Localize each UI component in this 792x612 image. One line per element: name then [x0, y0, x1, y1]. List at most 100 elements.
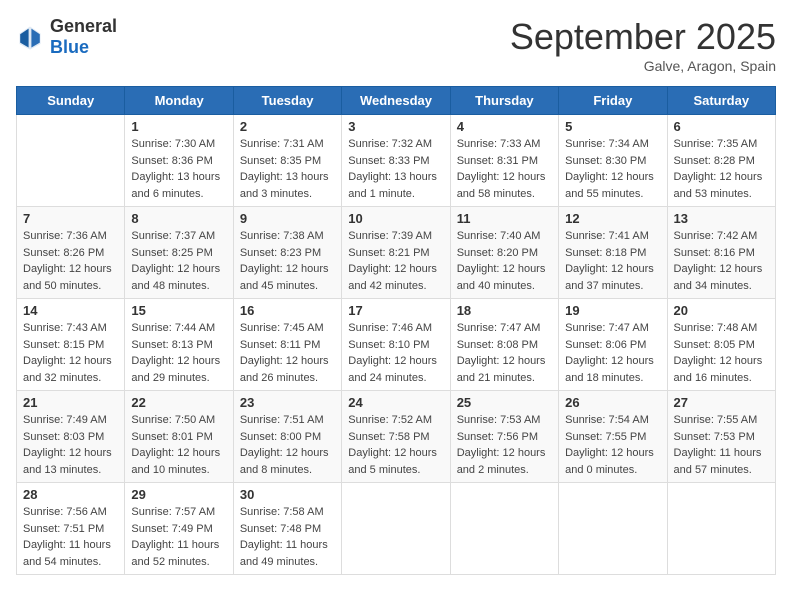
calendar-week-row: 7 Sunrise: 7:36 AMSunset: 8:26 PMDaylight…: [17, 207, 776, 299]
location: Galve, Aragon, Spain: [510, 58, 776, 74]
day-number: 23: [240, 395, 335, 410]
day-info: Sunrise: 7:52 AMSunset: 7:58 PMDaylight:…: [348, 412, 443, 478]
day-info: Sunrise: 7:46 AMSunset: 8:10 PMDaylight:…: [348, 320, 443, 386]
calendar-day-cell: 1 Sunrise: 7:30 AMSunset: 8:36 PMDaylight…: [125, 115, 233, 207]
day-number: 7: [23, 211, 118, 226]
day-info: Sunrise: 7:40 AMSunset: 8:20 PMDaylight:…: [457, 228, 552, 294]
day-number: 3: [348, 119, 443, 134]
day-number: 25: [457, 395, 552, 410]
day-of-week-header: Friday: [559, 87, 667, 115]
calendar-week-row: 14Sunrise: 7:43 AMSunset: 8:15 PMDayligh…: [17, 299, 776, 391]
day-number: 8: [131, 211, 226, 226]
day-number: 11: [457, 211, 552, 226]
day-info: Sunrise: 7:48 AMSunset: 8:05 PMDaylight:…: [674, 320, 769, 386]
day-info: Sunrise: 7:47 AMSunset: 8:06 PMDaylight:…: [565, 320, 660, 386]
calendar-day-cell: 19 Sunrise: 7:47 AMSunset: 8:06 PMDayligh…: [559, 299, 667, 391]
day-info: Sunrise: 7:45 AMSunset: 8:11 PMDaylight:…: [240, 320, 335, 386]
logo: General Blue: [16, 16, 117, 58]
day-info: Sunrise: 7:34 AMSunset: 8:30 PMDaylight:…: [565, 136, 660, 202]
calendar-day-cell: [559, 483, 667, 575]
day-number: 30: [240, 487, 335, 502]
calendar-day-cell: 26 Sunrise: 7:54 AMSunset: 7:55 PMDayligh…: [559, 391, 667, 483]
calendar-table: SundayMondayTuesdayWednesdayThursdayFrid…: [16, 86, 776, 575]
calendar-day-cell: 2 Sunrise: 7:31 AMSunset: 8:35 PMDaylight…: [233, 115, 341, 207]
day-of-week-header: Saturday: [667, 87, 775, 115]
calendar-day-cell: 4 Sunrise: 7:33 AMSunset: 8:31 PMDaylight…: [450, 115, 558, 207]
day-number: 29: [131, 487, 226, 502]
day-number: 14: [23, 303, 118, 318]
day-number: 5: [565, 119, 660, 134]
day-number: 12: [565, 211, 660, 226]
day-info: Sunrise: 7:39 AMSunset: 8:21 PMDaylight:…: [348, 228, 443, 294]
day-number: 28: [23, 487, 118, 502]
day-number: 18: [457, 303, 552, 318]
calendar-day-cell: 18 Sunrise: 7:47 AMSunset: 8:08 PMDayligh…: [450, 299, 558, 391]
day-number: 26: [565, 395, 660, 410]
day-info: Sunrise: 7:50 AMSunset: 8:01 PMDaylight:…: [131, 412, 226, 478]
calendar-week-row: 21 Sunrise: 7:49 AMSunset: 8:03 PMDayligh…: [17, 391, 776, 483]
day-info: Sunrise: 7:32 AMSunset: 8:33 PMDaylight:…: [348, 136, 443, 202]
calendar-day-cell: 7 Sunrise: 7:36 AMSunset: 8:26 PMDaylight…: [17, 207, 125, 299]
month-title: September 2025: [510, 16, 776, 58]
day-of-week-header: Tuesday: [233, 87, 341, 115]
day-number: 27: [674, 395, 769, 410]
day-info: Sunrise: 7:51 AMSunset: 8:00 PMDaylight:…: [240, 412, 335, 478]
logo-icon: [16, 23, 44, 51]
day-of-week-header: Monday: [125, 87, 233, 115]
day-info: Sunrise: 7:53 AMSunset: 7:56 PMDaylight:…: [457, 412, 552, 478]
day-info: Sunrise: 7:36 AMSunset: 8:26 PMDaylight:…: [23, 228, 118, 294]
calendar-day-cell: 20 Sunrise: 7:48 AMSunset: 8:05 PMDayligh…: [667, 299, 775, 391]
day-number: 21: [23, 395, 118, 410]
calendar-day-cell: 21 Sunrise: 7:49 AMSunset: 8:03 PMDayligh…: [17, 391, 125, 483]
days-of-week-row: SundayMondayTuesdayWednesdayThursdayFrid…: [17, 87, 776, 115]
day-info: Sunrise: 7:31 AMSunset: 8:35 PMDaylight:…: [240, 136, 335, 202]
day-info: Sunrise: 7:47 AMSunset: 8:08 PMDaylight:…: [457, 320, 552, 386]
day-info: Sunrise: 7:56 AMSunset: 7:51 PMDaylight:…: [23, 504, 118, 570]
day-info: Sunrise: 7:41 AMSunset: 8:18 PMDaylight:…: [565, 228, 660, 294]
calendar-day-cell: 24Sunrise: 7:52 AMSunset: 7:58 PMDayligh…: [342, 391, 450, 483]
logo-text: General Blue: [50, 16, 117, 58]
day-of-week-header: Sunday: [17, 87, 125, 115]
day-number: 4: [457, 119, 552, 134]
day-info: Sunrise: 7:30 AMSunset: 8:36 PMDaylight:…: [131, 136, 226, 202]
day-info: Sunrise: 7:58 AMSunset: 7:48 PMDaylight:…: [240, 504, 335, 570]
calendar-day-cell: 14Sunrise: 7:43 AMSunset: 8:15 PMDayligh…: [17, 299, 125, 391]
calendar-day-cell: 13Sunrise: 7:42 AMSunset: 8:16 PMDayligh…: [667, 207, 775, 299]
calendar-day-cell: [17, 115, 125, 207]
day-info: Sunrise: 7:55 AMSunset: 7:53 PMDaylight:…: [674, 412, 769, 478]
calendar-day-cell: [667, 483, 775, 575]
calendar-day-cell: 22 Sunrise: 7:50 AMSunset: 8:01 PMDayligh…: [125, 391, 233, 483]
calendar-day-cell: 10 Sunrise: 7:39 AMSunset: 8:21 PMDayligh…: [342, 207, 450, 299]
day-number: 15: [131, 303, 226, 318]
calendar-week-row: 28 Sunrise: 7:56 AMSunset: 7:51 PMDayligh…: [17, 483, 776, 575]
calendar-day-cell: [450, 483, 558, 575]
day-info: Sunrise: 7:49 AMSunset: 8:03 PMDaylight:…: [23, 412, 118, 478]
day-of-week-header: Wednesday: [342, 87, 450, 115]
calendar-day-cell: 5 Sunrise: 7:34 AMSunset: 8:30 PMDaylight…: [559, 115, 667, 207]
day-number: 10: [348, 211, 443, 226]
calendar-day-cell: 29 Sunrise: 7:57 AMSunset: 7:49 PMDayligh…: [125, 483, 233, 575]
calendar-day-cell: 23 Sunrise: 7:51 AMSunset: 8:00 PMDayligh…: [233, 391, 341, 483]
day-info: Sunrise: 7:33 AMSunset: 8:31 PMDaylight:…: [457, 136, 552, 202]
day-number: 19: [565, 303, 660, 318]
calendar-day-cell: 15 Sunrise: 7:44 AMSunset: 8:13 PMDayligh…: [125, 299, 233, 391]
day-info: Sunrise: 7:44 AMSunset: 8:13 PMDaylight:…: [131, 320, 226, 386]
day-number: 2: [240, 119, 335, 134]
day-info: Sunrise: 7:38 AMSunset: 8:23 PMDaylight:…: [240, 228, 335, 294]
day-number: 22: [131, 395, 226, 410]
calendar-day-cell: 11 Sunrise: 7:40 AMSunset: 8:20 PMDayligh…: [450, 207, 558, 299]
day-of-week-header: Thursday: [450, 87, 558, 115]
calendar-day-cell: 3 Sunrise: 7:32 AMSunset: 8:33 PMDaylight…: [342, 115, 450, 207]
calendar-day-cell: 6Sunrise: 7:35 AMSunset: 8:28 PMDaylight…: [667, 115, 775, 207]
day-number: 13: [674, 211, 769, 226]
calendar-day-cell: 25 Sunrise: 7:53 AMSunset: 7:56 PMDayligh…: [450, 391, 558, 483]
calendar-day-cell: [342, 483, 450, 575]
day-number: 1: [131, 119, 226, 134]
title-block: September 2025 Galve, Aragon, Spain: [510, 16, 776, 74]
calendar-day-cell: 28 Sunrise: 7:56 AMSunset: 7:51 PMDayligh…: [17, 483, 125, 575]
day-number: 20: [674, 303, 769, 318]
calendar-day-cell: 27 Sunrise: 7:55 AMSunset: 7:53 PMDayligh…: [667, 391, 775, 483]
calendar-day-cell: 12 Sunrise: 7:41 AMSunset: 8:18 PMDayligh…: [559, 207, 667, 299]
day-info: Sunrise: 7:54 AMSunset: 7:55 PMDaylight:…: [565, 412, 660, 478]
day-info: Sunrise: 7:57 AMSunset: 7:49 PMDaylight:…: [131, 504, 226, 570]
